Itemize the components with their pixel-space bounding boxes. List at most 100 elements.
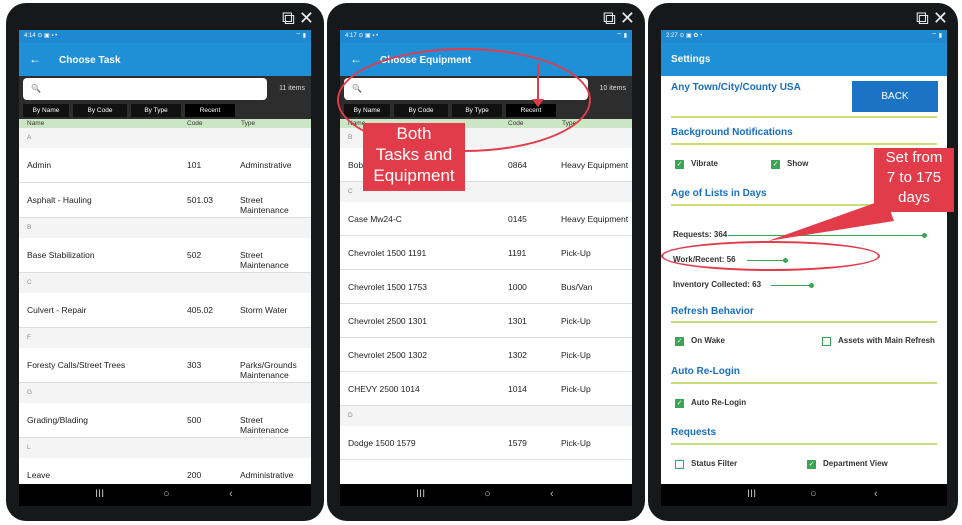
location-name: Any Town/City/County USA (671, 82, 801, 93)
search-row: 🔍 11 items (19, 76, 311, 102)
item-type: Storm Water (240, 305, 288, 315)
item-code: 200 (187, 470, 202, 480)
status-time: 4:17 ⊙ ▣ ▪ • (345, 33, 379, 39)
section-header: L (19, 438, 311, 458)
close-icon[interactable]: ✕ (620, 8, 635, 28)
item-code: 1302 (508, 350, 527, 360)
list-item[interactable]: Admin 101 Adminstrative (19, 148, 311, 183)
section-header: C (19, 273, 311, 293)
list-item[interactable]: Leave 200 Administrative (19, 458, 311, 484)
item-name: Asphalt - Hauling (27, 195, 92, 205)
item-code: 1579 (508, 438, 527, 448)
department-view-label: Department View (823, 459, 888, 468)
recent-apps-icon[interactable]: III (416, 488, 425, 500)
assets-refresh-checkbox[interactable] (822, 337, 831, 346)
page-title: Settings (671, 54, 711, 65)
back-arrow-icon[interactable]: ← (350, 52, 362, 66)
item-type: Pick-Up (561, 248, 591, 258)
status-bar: 4:14 ⊙ ▣ ▪ • ⌔ ▮ (19, 30, 311, 43)
list-item[interactable]: Culvert - Repair 405.02 Storm Water (19, 293, 311, 328)
annotation-callout: Set from 7 to 175 days (874, 148, 954, 212)
frame-icons: ⧉ ✕ (599, 9, 635, 27)
item-type: Heavy Equipment (561, 214, 629, 224)
item-name: Grading/Blading (27, 415, 88, 425)
nav-back-icon[interactable]: ‹ (550, 488, 554, 500)
department-view-checkbox[interactable]: ✓ (807, 460, 816, 469)
status-filter-checkbox[interactable] (675, 460, 684, 469)
item-type: Pick-Up (561, 316, 591, 326)
item-type: Pick-Up (561, 384, 591, 394)
external-link-icon[interactable]: ⧉ (603, 8, 616, 28)
search-input[interactable]: 🔍 (23, 78, 267, 100)
list-item[interactable]: Dodge 1500 1579 1579 Pick-Up (340, 426, 632, 460)
vibrate-label: Vibrate (691, 159, 718, 168)
item-type: Parks/Grounds Maintenance (240, 360, 297, 380)
item-name: Base Stabilization (27, 250, 95, 260)
annotation-ellipse (661, 241, 880, 271)
item-code: 502 (187, 250, 202, 260)
tablet-frame-equipment: ⧉ ✕ 4:17 ⊙ ▣ ▪ • ⌔ ▮ ← Choose Equipment 🔍 1… (327, 3, 645, 521)
item-name: Admin (27, 160, 52, 170)
home-icon[interactable]: ○ (163, 488, 170, 500)
back-arrow-icon[interactable]: ← (29, 52, 41, 66)
sort-tabs: By Name By Code By Type Recent (19, 102, 311, 119)
tab-by-code[interactable]: By Code (73, 104, 127, 117)
col-code[interactable]: Code (187, 119, 203, 128)
list-item[interactable]: Chevrolet 1500 1753 1000 Bus/Van (340, 270, 632, 304)
section-header: B (19, 218, 311, 238)
list-item[interactable]: Case Mw24-C 0145 Heavy Equipment (340, 202, 632, 236)
external-link-icon[interactable]: ⧉ (282, 8, 295, 28)
recent-apps-icon[interactable]: III (747, 488, 756, 500)
section-requests: Requests (671, 427, 717, 438)
divider (671, 116, 937, 118)
list-item[interactable]: Asphalt - Hauling 501.03 Street Maintenanc… (19, 183, 311, 218)
vibrate-checkbox[interactable]: ✓ (675, 160, 684, 169)
item-type: Pick-Up (561, 350, 591, 360)
item-code: 405.02 (187, 305, 213, 315)
frame-icons: ⧉ ✕ (278, 9, 314, 27)
status-icons: ⌔ ▮ (616, 33, 627, 39)
android-nav-bar: III ○ ‹ (340, 484, 632, 506)
tab-by-name[interactable]: By Name (23, 104, 69, 117)
item-name: Chevrolet 2500 1302 (348, 350, 427, 360)
section-letter: G (27, 389, 33, 396)
external-link-icon[interactable]: ⧉ (916, 8, 929, 28)
recent-apps-icon[interactable]: III (95, 488, 104, 500)
item-count: 11 items (279, 85, 305, 92)
item-type: Street Maintenance (240, 415, 289, 435)
inventory-slider-track[interactable] (771, 285, 812, 286)
col-type[interactable]: Type (241, 119, 255, 128)
home-icon[interactable]: ○ (810, 488, 817, 500)
list-item[interactable]: Chevrolet 2500 1302 1302 Pick-Up (340, 338, 632, 372)
section-letter: B (27, 224, 32, 231)
list-item[interactable]: Foresty Calls/Street Trees 303 Parks/Groun… (19, 348, 311, 383)
item-code: 0145 (508, 214, 527, 224)
section-header: A (19, 128, 311, 148)
list-item[interactable]: CHEVY 2500 1014 1014 Pick-Up (340, 372, 632, 406)
close-icon[interactable]: ✕ (933, 8, 948, 28)
auto-relogin-checkbox[interactable]: ✓ (675, 399, 684, 408)
frame-icons: ⧉ ✕ (912, 9, 948, 27)
on-wake-label: On Wake (691, 336, 725, 345)
item-type: Bus/Van (561, 282, 593, 292)
home-icon[interactable]: ○ (484, 488, 491, 500)
tab-by-type[interactable]: By Type (131, 104, 181, 117)
list-item[interactable]: Grading/Blading 500 Street Maintenance (19, 403, 311, 438)
show-checkbox[interactable]: ✓ (771, 160, 780, 169)
section-auto-relogin: Auto Re-Login (671, 366, 740, 377)
list-item[interactable]: Chevrolet 1500 1191 1191 Pick-Up (340, 236, 632, 270)
back-button[interactable]: BACK (852, 81, 938, 112)
requests-slider-handle[interactable] (921, 233, 927, 238)
close-icon[interactable]: ✕ (299, 8, 314, 28)
on-wake-checkbox[interactable]: ✓ (675, 337, 684, 346)
section-refresh-behavior: Refresh Behavior (671, 306, 754, 317)
tab-recent[interactable]: Recent (185, 104, 235, 117)
inventory-slider-handle[interactable] (809, 283, 815, 288)
list-item[interactable]: Base Stabilization 502 Street Maintenance (19, 238, 311, 273)
nav-back-icon[interactable]: ‹ (874, 488, 878, 500)
nav-back-icon[interactable]: ‹ (229, 488, 233, 500)
col-name[interactable]: Name (27, 119, 44, 128)
screen-choose-task: 4:14 ⊙ ▣ ▪ • ⌔ ▮ ← Choose Task 🔍 11 items … (19, 30, 311, 484)
list-item[interactable]: Chevrolet 2500 1301 1301 Pick-Up (340, 304, 632, 338)
requests-age-label: Requests: 364 (673, 230, 728, 239)
